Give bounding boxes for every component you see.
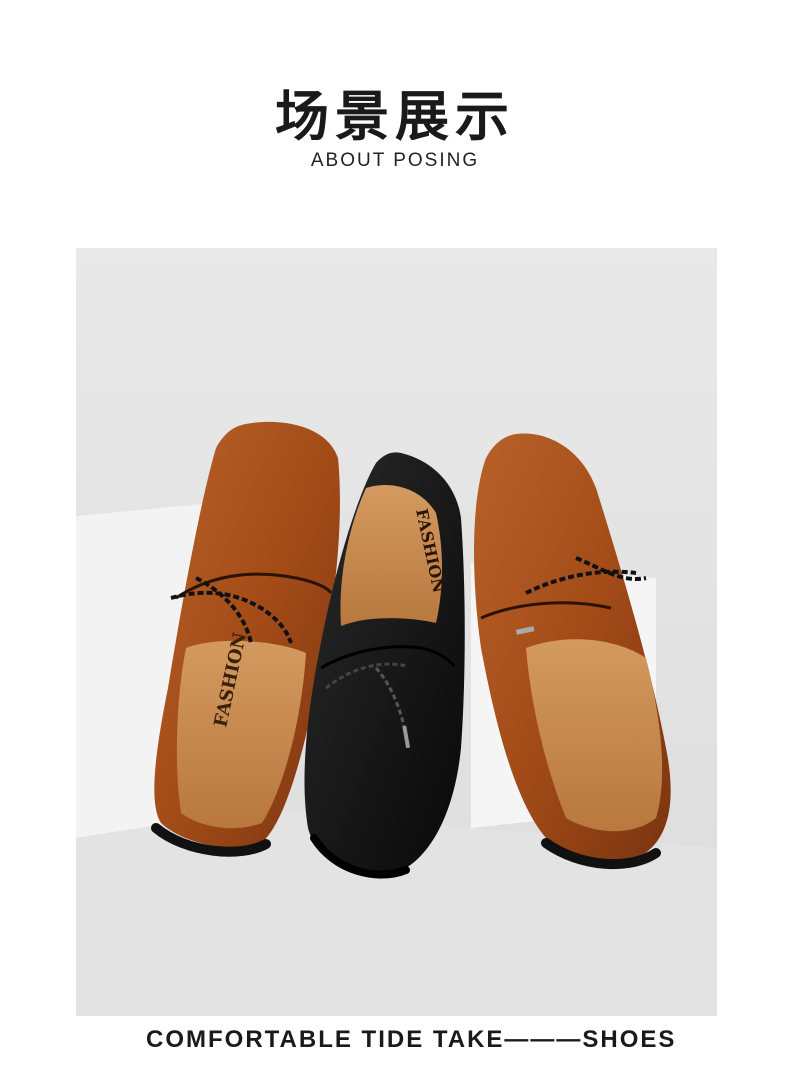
page-title: 场景展示 [275, 85, 515, 148]
page-subtitle: ABOUT POSING [310, 150, 480, 171]
loafers-illustration: FASHION FASHION [76, 248, 717, 1016]
footer-tagline: COMFORTABLE TIDE TAKE———SHOES [146, 1026, 677, 1053]
product-photo: FASHION FASHION [76, 248, 717, 1016]
